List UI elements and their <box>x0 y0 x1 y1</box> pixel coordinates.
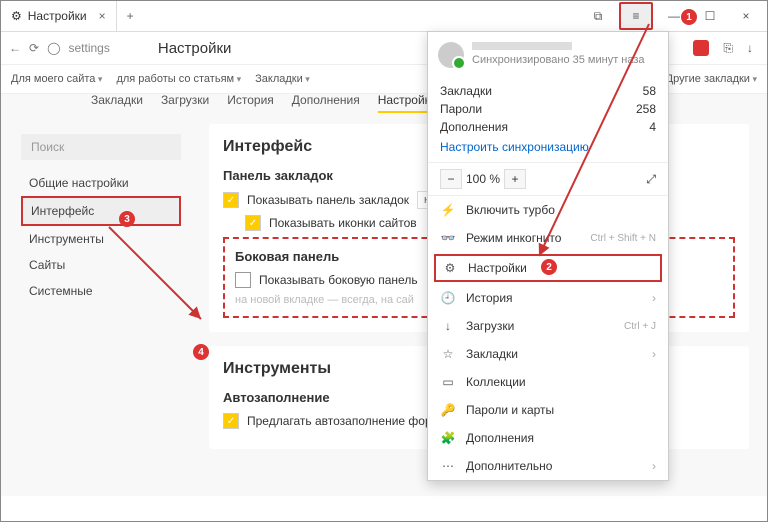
zoom-in-button[interactable]: + <box>504 169 526 189</box>
gear-icon: ⚙ <box>11 9 22 23</box>
maximize-button[interactable]: ☐ <box>695 4 725 28</box>
chevron-right-icon: › <box>652 291 656 305</box>
sidebar-item-general[interactable]: Общие настройки <box>21 170 181 196</box>
more-icon: ⋯ <box>440 459 456 473</box>
zoom-out-button[interactable]: − <box>440 169 462 189</box>
annotation-badge-1: 1 <box>681 9 697 25</box>
chevron-right-icon: › <box>652 347 656 361</box>
bolt-icon: ⚡ <box>440 203 456 217</box>
incognito-icon: 👓 <box>440 231 456 245</box>
checkbox-show-bookmarks-panel[interactable]: ✓ <box>223 192 239 208</box>
sidebar-toggle-icon[interactable]: ⎘ <box>723 41 733 56</box>
fullscreen-icon[interactable]: ⤢ <box>646 172 656 187</box>
menu-item-incognito[interactable]: 👓Режим инкогнитоCtrl + Shift + N <box>428 224 668 252</box>
settings-nav-tabs: Закладки Загрузки История Дополнения Нас… <box>91 93 437 113</box>
label-show-side-panel: Показывать боковую панель <box>259 273 418 287</box>
menu-item-collections[interactable]: ▭Коллекции <box>428 368 668 396</box>
menu-item-more[interactable]: ⋯Дополнительно› <box>428 452 668 480</box>
titlebar: ⚙ Настройки × + ⧉ ≡ — ☐ × <box>1 1 767 32</box>
menu-item-bookmarks[interactable]: ☆Закладки› <box>428 340 668 368</box>
star-icon: ☆ <box>440 347 456 361</box>
window-close-button[interactable]: × <box>731 4 761 28</box>
menu-item-passwords[interactable]: 🔑Пароли и карты <box>428 396 668 424</box>
main-menu-dropdown: Синхронизировано 35 минут наза Закладки 5… <box>427 31 669 481</box>
sidebar-item-sites[interactable]: Сайты <box>21 252 181 278</box>
annotation-badge-3: 3 <box>119 211 135 227</box>
annotation-badge-2: 2 <box>541 259 557 275</box>
label-show-site-icons: Показывать иконки сайтов <box>269 216 417 230</box>
site-icon: ◯ <box>47 41 60 55</box>
extension-icon[interactable] <box>693 40 709 56</box>
label-autofill: Предлагать автозаполнение форм <box>247 414 440 428</box>
menu-item-turbo[interactable]: ⚡Включить турбо <box>428 196 668 224</box>
reload-button[interactable]: ⟳ <box>29 41 39 55</box>
bookmark-folder[interactable]: Закладки <box>255 73 310 85</box>
tab-history[interactable]: История <box>227 93 274 113</box>
other-bookmarks[interactable]: Другие закладки <box>666 73 757 85</box>
annotation-badge-4: 4 <box>193 344 209 360</box>
chevron-right-icon: › <box>652 459 656 473</box>
browser-tab[interactable]: ⚙ Настройки × <box>1 1 117 31</box>
gear-icon: ⚙ <box>442 261 458 275</box>
profile-name-placeholder <box>472 42 572 50</box>
search-input[interactable]: Поиск <box>21 134 181 160</box>
checkbox-show-site-icons[interactable]: ✓ <box>245 215 261 231</box>
tab-downloads[interactable]: Загрузки <box>161 93 209 113</box>
back-button[interactable]: ← <box>9 41 21 55</box>
stat-bookmarks-label: Закладки <box>440 84 492 98</box>
label-show-bookmarks-panel: Показывать панель закладок <box>247 193 409 207</box>
puzzle-icon: 🧩 <box>440 431 456 445</box>
sidebar-item-tools[interactable]: Инструменты <box>21 226 181 252</box>
sync-settings-link[interactable]: Настроить синхронизацию <box>440 140 656 154</box>
stat-addons-value: 4 <box>649 120 656 134</box>
tab-addons[interactable]: Дополнения <box>292 93 360 113</box>
stat-addons-label: Дополнения <box>440 120 508 134</box>
bookmark-folder[interactable]: Для моего сайта <box>11 73 102 85</box>
sync-status: Синхронизировано 35 минут наза <box>472 54 645 66</box>
clock-icon: 🕘 <box>440 291 456 305</box>
menu-item-downloads[interactable]: ↓ЗагрузкиCtrl + J <box>428 312 668 340</box>
url-text[interactable]: settings <box>69 41 110 55</box>
checkbox-show-side-panel[interactable]: ✓ <box>235 272 251 288</box>
zoom-value: 100 % <box>466 172 500 186</box>
avatar[interactable] <box>438 42 464 68</box>
settings-sidebar: Поиск Общие настройки Интерфейс Инструме… <box>1 94 191 496</box>
stat-bookmarks-value: 58 <box>643 84 656 98</box>
tab-title: Настройки <box>28 9 87 23</box>
close-icon[interactable]: × <box>99 9 106 23</box>
menu-item-history[interactable]: 🕘История› <box>428 284 668 312</box>
key-icon: 🔑 <box>440 403 456 417</box>
stat-passwords-value: 258 <box>636 102 656 116</box>
menu-item-addons[interactable]: 🧩Дополнения <box>428 424 668 452</box>
hamburger-menu-button[interactable]: ≡ <box>619 2 653 30</box>
stat-passwords-label: Пароли <box>440 102 482 116</box>
collections-icon: ▭ <box>440 375 456 389</box>
sidebar-item-system[interactable]: Системные <box>21 278 181 304</box>
page-title: Настройки <box>158 40 232 57</box>
tab-bookmarks[interactable]: Закладки <box>91 93 143 113</box>
copy-icon[interactable]: ⧉ <box>583 4 613 28</box>
bookmark-folder[interactable]: для работы со статьям <box>116 73 241 85</box>
downloads-icon[interactable]: ↓ <box>747 41 753 55</box>
zoom-controls: − 100 % + ⤢ <box>428 162 668 196</box>
download-icon: ↓ <box>440 319 456 333</box>
sidebar-item-interface[interactable]: Интерфейс <box>21 196 181 226</box>
checkbox-autofill[interactable]: ✓ <box>223 413 239 429</box>
new-tab-button[interactable]: + <box>117 9 144 23</box>
